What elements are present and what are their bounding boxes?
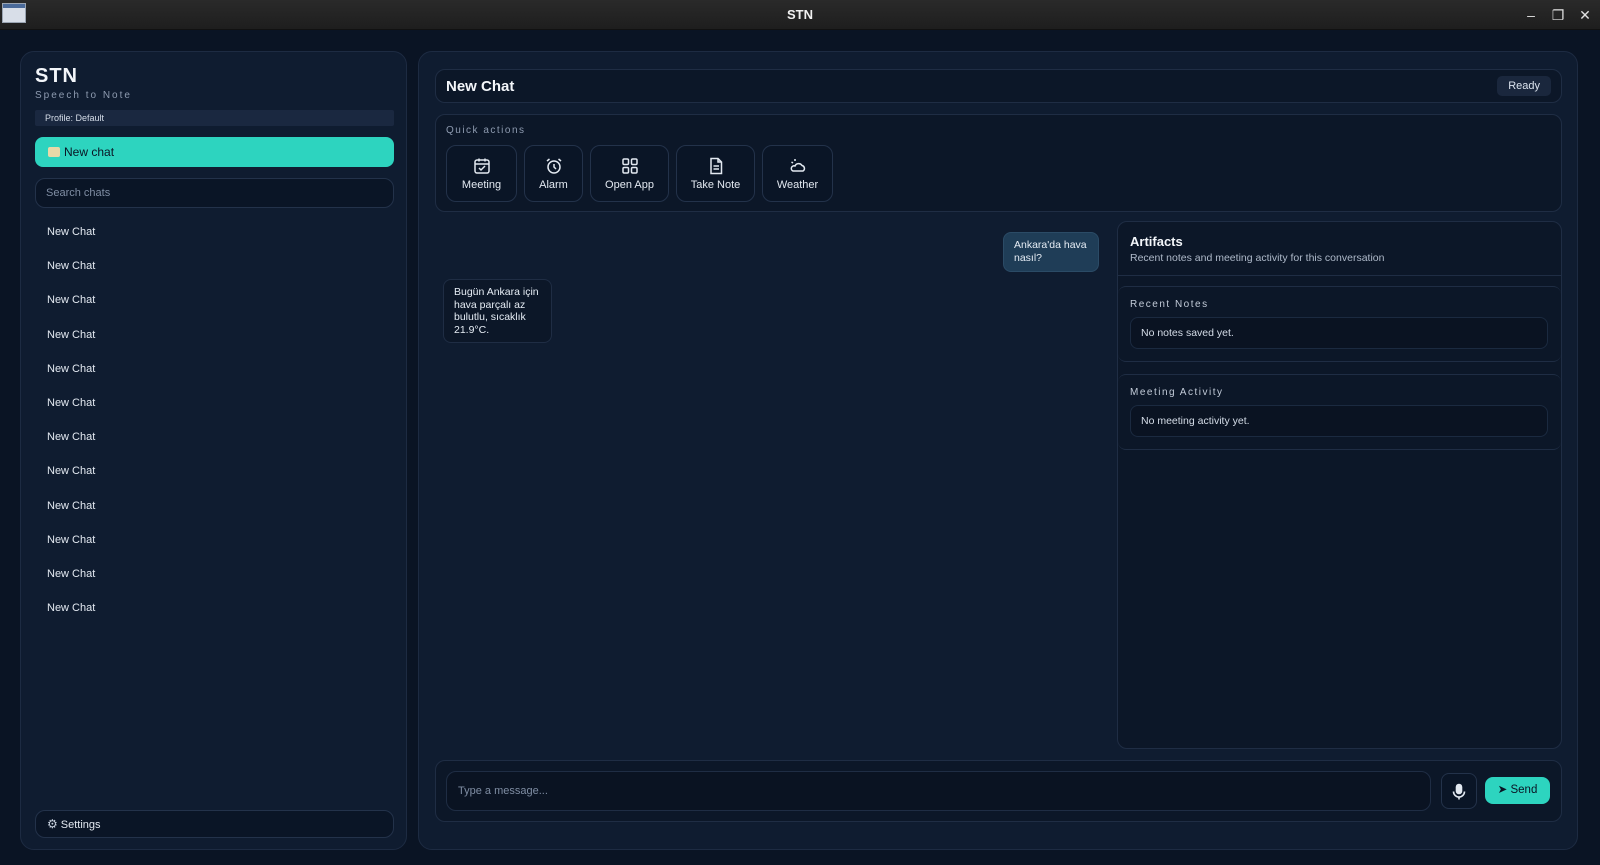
brand-title: STN <box>35 65 78 87</box>
chat-list-item[interactable]: New Chat <box>35 318 394 352</box>
artifacts-header: Artifacts Recent notes and meeting activ… <box>1118 222 1561 276</box>
artifacts-subtitle: Recent notes and meeting activity for th… <box>1130 252 1385 264</box>
meeting-action-button[interactable]: Meeting <box>446 145 517 202</box>
settings-label: Settings <box>60 819 101 831</box>
chat-list-item[interactable]: New Chat <box>35 591 394 625</box>
artifacts-title: Artifacts <box>1130 234 1183 249</box>
chat-list-item[interactable]: New Chat <box>35 523 394 557</box>
alarm-clock-icon <box>546 158 561 174</box>
status-badge: Ready <box>1497 76 1551 96</box>
chat-list-item[interactable]: New Chat <box>35 420 394 454</box>
profile-indicator[interactable]: Profile: Default <box>35 110 394 126</box>
chat-list-item[interactable]: New Chat <box>35 215 394 249</box>
message-composer: ➤ Send <box>435 760 1562 822</box>
new-chat-button[interactable]: New chat <box>35 137 394 167</box>
minimize-icon[interactable]: – <box>1521 5 1541 25</box>
alarm-action-button[interactable]: Alarm <box>524 145 583 202</box>
chat-list-item[interactable]: New Chat <box>35 454 394 488</box>
chat-list-item[interactable]: New Chat <box>35 249 394 283</box>
weather-action-label: Weather <box>776 179 819 191</box>
microphone-button[interactable] <box>1441 773 1477 809</box>
quick-actions-panel: Quick actions Meeting Alarm Open App Tak… <box>435 114 1562 212</box>
assistant-message-bubble: Bugün Ankara için hava parçalı az bulutl… <box>443 279 552 343</box>
calendar-icon <box>473 158 490 174</box>
chat-list-item[interactable]: New Chat <box>35 489 394 523</box>
quick-actions-label: Quick actions <box>446 125 526 136</box>
send-label: Send <box>1510 784 1538 796</box>
meeting-activity-empty-state: No meeting activity yet. <box>1130 405 1548 437</box>
new-chat-label: New chat <box>64 145 115 159</box>
alarm-action-label: Alarm <box>539 179 568 191</box>
message-input-field[interactable] <box>446 771 1431 811</box>
artifacts-panel: Artifacts Recent notes and meeting activ… <box>1117 221 1562 749</box>
weather-icon <box>790 159 805 172</box>
open-app-action-button[interactable]: Open App <box>590 145 669 202</box>
meeting-action-label: Meeting <box>461 179 502 191</box>
meeting-activity-section: Meeting Activity No meeting activity yet… <box>1118 374 1561 450</box>
weather-action-button[interactable]: Weather <box>762 145 833 202</box>
window-title-bar: STN – ❐ ✕ <box>0 0 1600 30</box>
send-icon: ➤ <box>1497 784 1508 796</box>
brand-subtitle: Speech to Note <box>35 90 132 101</box>
send-button[interactable]: ➤ Send <box>1485 777 1550 804</box>
sidebar: STN Speech to Note Profile: Default New … <box>20 51 407 850</box>
grid-icon <box>621 158 638 174</box>
chat-header: New Chat Ready <box>435 69 1562 103</box>
window-title: STN <box>787 7 813 22</box>
recent-notes-empty-state: No notes saved yet. <box>1130 317 1548 349</box>
take-note-action-button[interactable]: Take Note <box>676 145 755 202</box>
microphone-icon <box>1452 783 1466 800</box>
folder-icon <box>48 147 60 157</box>
chat-title: New Chat <box>446 78 515 95</box>
recent-notes-label: Recent Notes <box>1130 299 1209 310</box>
chat-list-item[interactable]: New Chat <box>35 386 394 420</box>
chat-list-item[interactable]: New Chat <box>35 557 394 591</box>
search-chats-field[interactable] <box>35 178 394 208</box>
take-note-action-label: Take Note <box>690 179 741 191</box>
chat-list: New Chat New Chat New Chat New Chat New … <box>35 215 394 625</box>
recent-notes-section: Recent Notes No notes saved yet. <box>1118 286 1561 362</box>
search-input[interactable] <box>46 187 393 199</box>
meeting-activity-label: Meeting Activity <box>1130 387 1224 398</box>
document-icon <box>709 157 722 175</box>
settings-button[interactable]: ⚙ Settings <box>35 810 394 838</box>
maximize-icon[interactable]: ❐ <box>1548 5 1568 25</box>
chat-list-item[interactable]: New Chat <box>35 352 394 386</box>
close-icon[interactable]: ✕ <box>1575 5 1595 25</box>
message-input[interactable] <box>458 772 1430 810</box>
chat-list-item[interactable]: New Chat <box>35 283 394 317</box>
main-panel: New Chat Ready Quick actions Meeting Ala… <box>418 51 1578 850</box>
user-message-bubble: Ankara'da hava nasıl? <box>1003 232 1099 272</box>
open-app-action-label: Open App <box>605 179 654 191</box>
gear-icon: ⚙ <box>47 817 58 831</box>
